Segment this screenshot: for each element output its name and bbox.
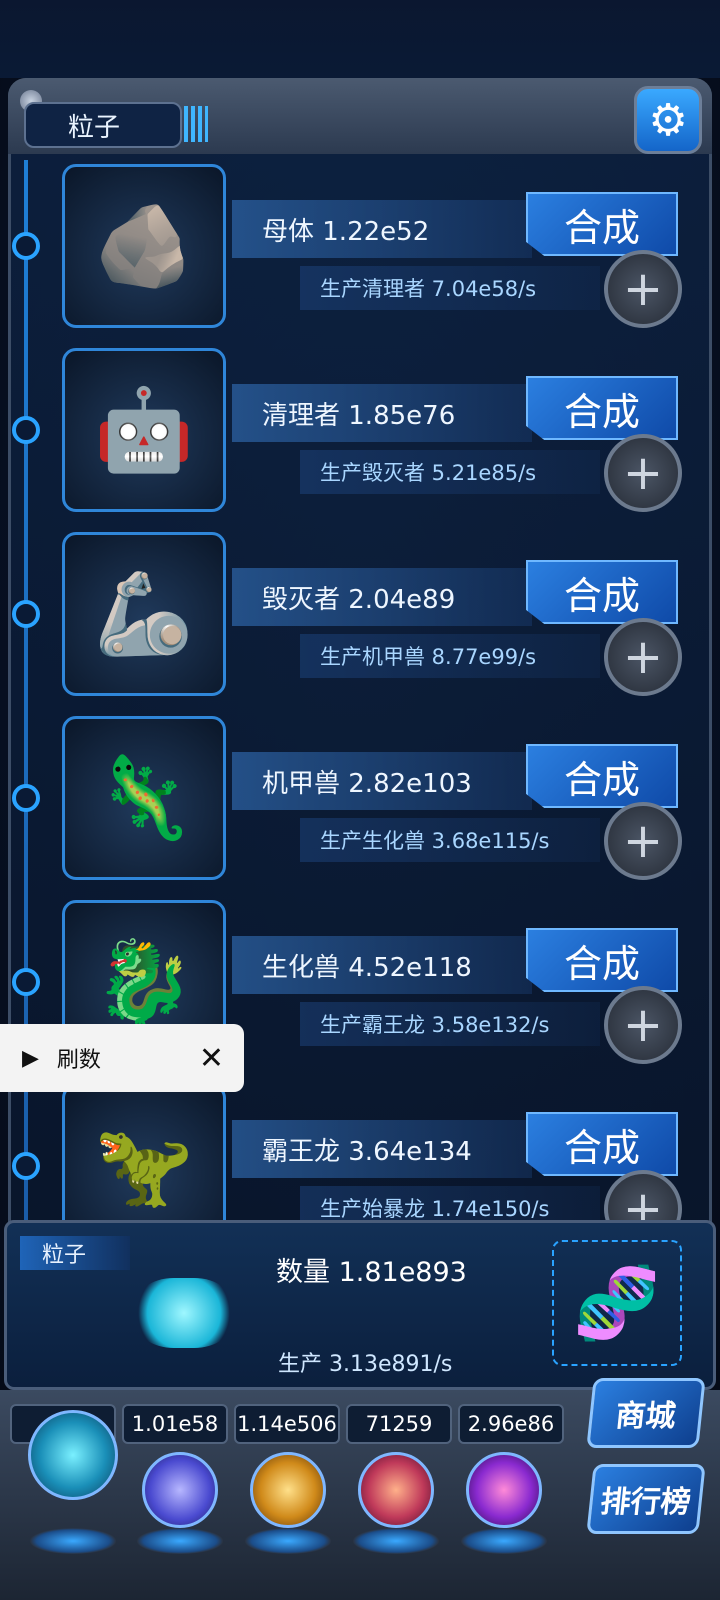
particle-icon: [134, 1278, 234, 1348]
add-button[interactable]: +: [604, 802, 682, 880]
unit-production: 生产清理者 7.04e58/s: [300, 266, 600, 310]
plus-icon: +: [622, 997, 664, 1053]
cleaner-icon[interactable]: 🤖: [62, 348, 226, 512]
resource-value: 71259: [346, 1404, 452, 1444]
merge-button[interactable]: 合成: [526, 744, 678, 808]
pedestal: [245, 1528, 331, 1554]
popup-label[interactable]: 刷数: [57, 1042, 199, 1074]
mother-icon[interactable]: 🪨: [62, 164, 226, 328]
timeline-node: [12, 416, 40, 444]
close-icon[interactable]: ✕: [199, 1041, 224, 1076]
unit-name: 清理者 1.85e76: [232, 384, 532, 442]
merge-button[interactable]: 合成: [526, 1112, 678, 1176]
page-title: 粒子: [24, 102, 182, 148]
unit-production: 生产生化兽 3.68e115/s: [300, 818, 600, 862]
unit-name: 机甲兽 2.82e103: [232, 752, 532, 810]
dna-icon: 🧬: [552, 1240, 682, 1366]
plus-icon: +: [622, 813, 664, 869]
add-button[interactable]: +: [604, 434, 682, 512]
timeline-node: [12, 968, 40, 996]
pedestal: [461, 1528, 547, 1554]
unit-name: 母体 1.22e52: [232, 200, 532, 258]
add-button[interactable]: +: [604, 618, 682, 696]
quantity-text: 数量 1.81e893: [276, 1257, 467, 1288]
unit-row-cleaner: 🤖 清理者 1.85e76 合成 生产毁灭者 5.21e85/s +: [0, 348, 720, 534]
resource-value: 1.14e506: [234, 1404, 340, 1444]
unit-production: 生产机甲兽 8.77e99/s: [300, 634, 600, 678]
play-icon[interactable]: ▶: [22, 1046, 39, 1071]
resource-value: 1.01e58: [122, 1404, 228, 1444]
resource-value: 2.96e86: [458, 1404, 564, 1444]
merge-button[interactable]: 合成: [526, 376, 678, 440]
fire-orb-tab[interactable]: [250, 1452, 326, 1528]
rate-text: 生产 3.13e891/s: [278, 1352, 453, 1377]
unit-production: 生产毁灭者 5.21e85/s: [300, 450, 600, 494]
unit-row-mother: 🪨 母体 1.22e52 合成 生产清理者 7.04e58/s +: [0, 164, 720, 350]
vortex-orb-tab[interactable]: [466, 1452, 542, 1528]
brain-orb-tab[interactable]: [358, 1452, 434, 1528]
timeline-node: [12, 1152, 40, 1180]
gear-icon: ⚙: [648, 94, 688, 146]
mecha-beast-icon[interactable]: 🦎: [62, 716, 226, 880]
unit-name: 生化兽 4.52e118: [232, 936, 532, 994]
merge-button[interactable]: 合成: [526, 928, 678, 992]
destroyer-icon[interactable]: 🦾: [62, 532, 226, 696]
ranking-button[interactable]: 排行榜: [586, 1464, 706, 1534]
merge-button[interactable]: 合成: [526, 192, 678, 256]
plus-icon: +: [622, 261, 664, 317]
unit-row-destroyer: 🦾 毁灭者 2.04e89 合成 生产机甲兽 8.77e99/s +: [0, 532, 720, 718]
add-button[interactable]: +: [604, 986, 682, 1064]
particle-orb-tab[interactable]: [28, 1410, 118, 1500]
merge-button[interactable]: 合成: [526, 560, 678, 624]
refresh-popup[interactable]: ▶ 刷数 ✕: [0, 1024, 244, 1092]
unit-name: 霸王龙 3.64e134: [232, 1120, 532, 1178]
unit-production: 生产霸王龙 3.58e132/s: [300, 1002, 600, 1046]
shop-button[interactable]: 商城: [586, 1378, 706, 1448]
timeline-node: [12, 232, 40, 260]
settings-button[interactable]: ⚙: [634, 86, 702, 154]
lightning-orb-tab[interactable]: [142, 1452, 218, 1528]
top-background: [0, 0, 720, 78]
timeline-node: [12, 600, 40, 628]
plus-icon: +: [622, 445, 664, 501]
pedestal: [137, 1528, 223, 1554]
title-stripes: [184, 106, 208, 142]
pedestal: [30, 1528, 116, 1554]
unit-row-mecha-beast: 🦎 机甲兽 2.82e103 合成 生产生化兽 3.68e115/s +: [0, 716, 720, 902]
summary-label: 粒子: [20, 1236, 130, 1270]
add-button[interactable]: +: [604, 250, 682, 328]
timeline-node: [12, 784, 40, 812]
plus-icon: +: [622, 629, 664, 685]
pedestal: [353, 1528, 439, 1554]
unit-name: 毁灭者 2.04e89: [232, 568, 532, 626]
